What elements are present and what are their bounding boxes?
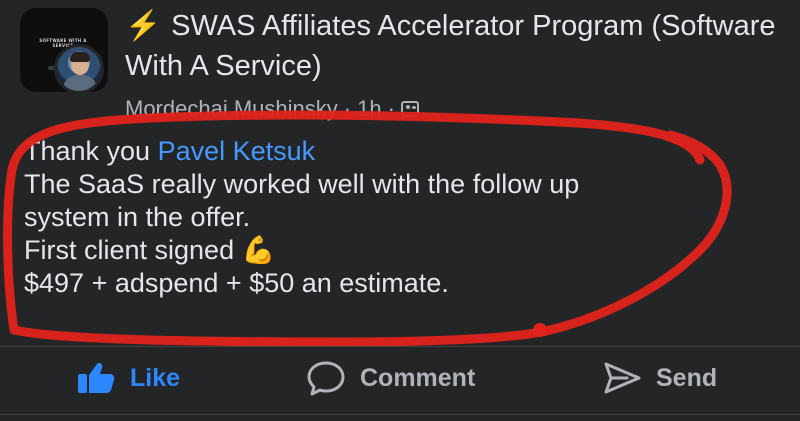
flexed-biceps-icon: 💪: [241, 235, 276, 265]
comment-button[interactable]: Comment: [306, 352, 475, 404]
actions-bottom-divider: [0, 414, 800, 415]
post-line-5: $497 + adspend + $50 an estimate.: [24, 268, 449, 298]
post-body: Thank you Pavel Ketsuk The SaaS really w…: [24, 135, 784, 300]
author-name[interactable]: Mordechai Mushinsky: [125, 94, 338, 124]
comment-icon: [307, 361, 345, 396]
post-line-4: First client signed 💪: [24, 234, 784, 267]
send-label: Send: [656, 363, 718, 392]
actions-top-divider: [0, 346, 800, 347]
post-line-2: The SaaS really worked well with the fol…: [24, 169, 580, 199]
comment-label: Comment: [360, 363, 476, 392]
greeting-text: Thank you: [24, 136, 151, 166]
post-meta: Mordechai Mushinsky · 1h ·: [125, 94, 419, 124]
send-button[interactable]: Send: [602, 352, 717, 404]
meta-separator-2: ·: [387, 96, 395, 121]
meta-separator: ·: [343, 96, 352, 121]
post-line-3: system in the offer.: [24, 202, 251, 232]
first-client-text: First client signed: [24, 235, 235, 265]
group-title-link[interactable]: ⚡ SWAS Affiliates Accelerator Program (So…: [125, 6, 785, 86]
post-line-1: Thank you Pavel Ketsuk: [24, 135, 784, 168]
mention-link[interactable]: Pavel Ketsuk: [158, 136, 316, 166]
like-button[interactable]: Like: [76, 352, 180, 404]
author-avatar[interactable]: [54, 44, 104, 94]
avatar-hair-shape: [70, 52, 90, 62]
group-title[interactable]: SWAS Affiliates Accelerator Program (Sof…: [125, 10, 776, 82]
post-actions: Like Comment Send: [0, 352, 800, 404]
like-label: Like: [130, 363, 181, 392]
thumbs-up-icon: [78, 363, 115, 393]
lightning-bolt-icon: ⚡: [125, 10, 162, 42]
members-icon: [400, 101, 419, 117]
send-icon: [604, 362, 641, 394]
post-time[interactable]: 1h: [357, 94, 381, 124]
